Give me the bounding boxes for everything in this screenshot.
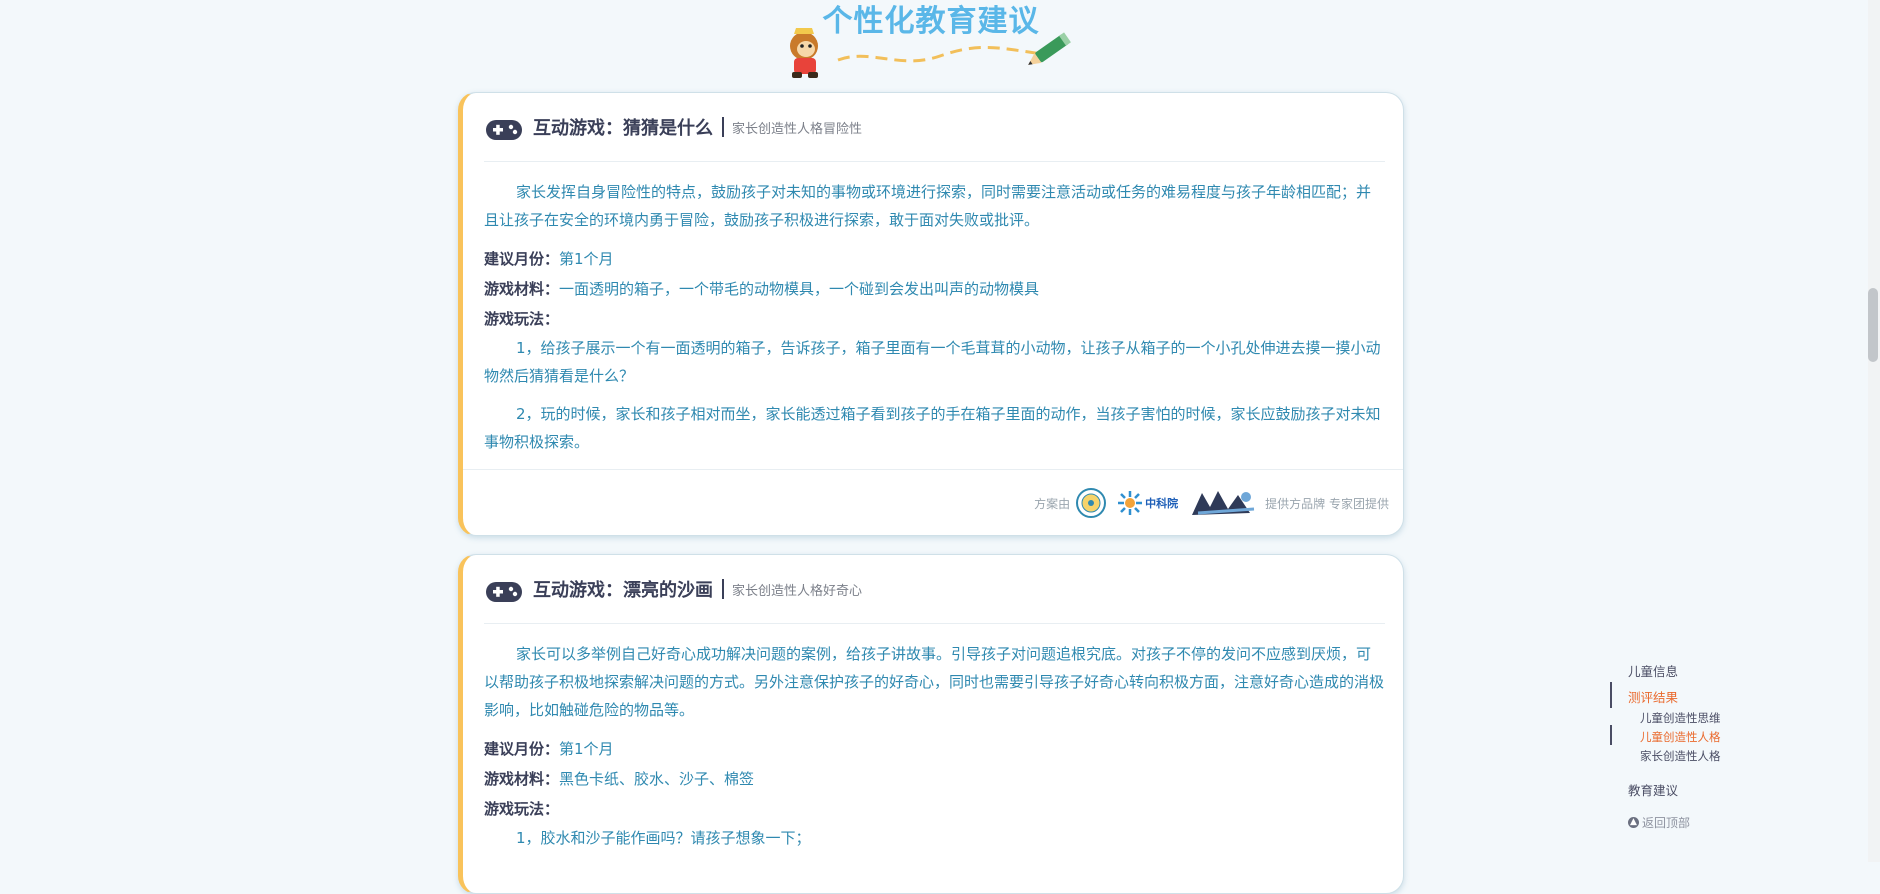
card-header: 互动游戏：猜猜是什么 家长创造性人格冒险性: [484, 93, 1385, 162]
back-to-top-label: 返回顶部: [1642, 816, 1691, 830]
advice-card: 互动游戏：漂亮的沙画 家长创造性人格好奇心 家长可以多举例自己好奇心成功解决问题…: [458, 554, 1404, 894]
method-step: 1，胶水和沙子能作画吗？请孩子想象一下；: [516, 829, 811, 847]
nav-subitem-child-thinking[interactable]: 儿童创造性思维: [1640, 710, 1721, 726]
arrow-up-icon: ▲: [1628, 817, 1639, 828]
suggested-month-row: 建议月份：第1个月: [484, 244, 1385, 274]
academy-seal-logo: [1076, 488, 1107, 518]
advice-card: 互动游戏：猜猜是什么 家长创造性人格冒险性 家长发挥自身冒险性的特点，鼓励孩子对…: [458, 92, 1404, 536]
gamepad-icon: [486, 120, 522, 140]
card-title: 互动游戏：漂亮的沙画: [533, 580, 713, 601]
card-footer: 方案由 中科院 提供方品牌 专家团提供: [463, 469, 1403, 535]
sunburst-icon: [1118, 491, 1143, 515]
provider-prefix: 方案由: [1034, 496, 1071, 511]
materials-row: 游戏材料：黑色卡纸、胶水、沙子、棉签: [484, 764, 1385, 794]
method-row: 游戏玩法：: [484, 794, 1385, 824]
title-divider: [722, 117, 724, 137]
card-description: 家长可以多举例自己好奇心成功解决问题的案例，给孩子讲故事。引导孩子对问题追根究底…: [484, 645, 1385, 719]
card-description: 家长发挥自身冒险性的特点，鼓励孩子对未知的事物或环境进行探索，同时需要注意活动或…: [484, 183, 1372, 229]
suggested-month-value: 第1个月: [559, 740, 614, 758]
card-title: 互动游戏：猜猜是什么: [533, 118, 713, 139]
suggested-month-row: 建议月份：第1个月: [484, 734, 1385, 764]
method-label: 游戏玩法：: [484, 800, 560, 818]
back-to-top-link[interactable]: ▲ 返回顶部: [1628, 814, 1690, 831]
method-step: 1，给孩子展示一个有一面透明的箱子，告诉孩子，箱子里面有一个毛茸茸的小动物，让孩…: [484, 339, 1381, 385]
materials-label: 游戏材料：: [484, 770, 560, 788]
card-header: 互动游戏：漂亮的沙画 家长创造性人格好奇心: [484, 555, 1385, 624]
materials-row: 游戏材料：一面透明的箱子，一个带毛的动物模具，一个碰到会发出叫声的动物模具: [484, 274, 1385, 304]
suggested-month-label: 建议月份：: [484, 250, 560, 268]
materials-value: 一面透明的箱子，一个带毛的动物模具，一个碰到会发出叫声的动物模具: [559, 280, 1040, 298]
nav-item-results[interactable]: 测评结果: [1628, 687, 1678, 706]
partner-logo: 中科院: [1117, 490, 1178, 516]
nav-subitem-child-personality[interactable]: 儿童创造性人格: [1640, 729, 1721, 745]
gamepad-icon: [486, 582, 522, 602]
method-step: 2，玩的时候，家长和孩子相对而坐，家长能透过箱子看到孩子的手在箱子里面的动作，当…: [484, 405, 1381, 451]
suggested-month-value: 第1个月: [559, 250, 614, 268]
partner-logo-text: 中科院: [1145, 497, 1179, 510]
suggested-month-label: 建议月份：: [484, 740, 560, 758]
title-divider: [722, 579, 724, 599]
nav-subitem-parent-personality[interactable]: 家长创造性人格: [1640, 748, 1721, 764]
scrollbar-thumb[interactable]: [1868, 288, 1878, 362]
active-indicator: [1610, 682, 1612, 708]
card-subtitle: 家长创造性人格好奇心: [732, 583, 863, 599]
nav-item-education-advice[interactable]: 教育建议: [1628, 780, 1678, 799]
provider-suffix: 提供方品牌 专家团提供: [1265, 496, 1389, 511]
method-label: 游戏玩法：: [484, 310, 560, 328]
materials-value: 黑色卡纸、胶水、沙子、棉签: [559, 770, 755, 788]
card-subtitle: 家长创造性人格冒险性: [732, 121, 863, 137]
scrollbar-track[interactable]: [1868, 0, 1880, 862]
monkey-pencil-decoration: [790, 28, 1071, 78]
nav-item-child-info[interactable]: 儿童信息: [1628, 661, 1678, 680]
method-row: 游戏玩法：: [484, 304, 1385, 334]
brand-logo: [1192, 491, 1255, 515]
active-subindicator: [1610, 725, 1612, 745]
materials-label: 游戏材料：: [484, 280, 560, 298]
